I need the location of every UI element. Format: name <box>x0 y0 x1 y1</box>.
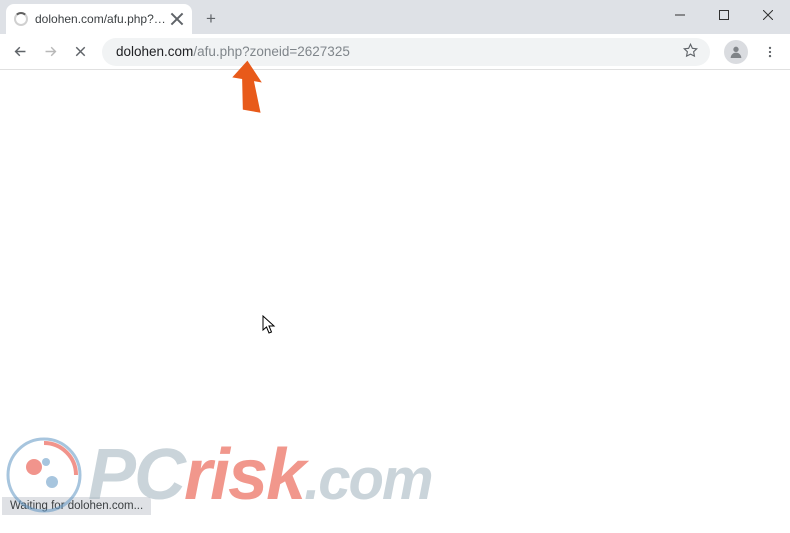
page-content <box>0 70 790 510</box>
menu-button[interactable] <box>756 38 784 66</box>
tab-close-button[interactable] <box>170 12 184 26</box>
stop-reload-button[interactable] <box>66 38 94 66</box>
toolbar: dolohen.com/afu.php?zoneid=2627325 <box>0 34 790 70</box>
address-bar[interactable]: dolohen.com/afu.php?zoneid=2627325 <box>102 38 710 66</box>
back-button[interactable] <box>6 38 34 66</box>
forward-button[interactable] <box>36 38 64 66</box>
status-bar: Waiting for dolohen.com... <box>2 497 151 515</box>
url-path: /afu.php?zoneid=2627325 <box>193 44 350 59</box>
url-host: dolohen.com <box>116 44 193 59</box>
titlebar: dolohen.com/afu.php?zoneid=26 + <box>0 0 790 34</box>
tab-title: dolohen.com/afu.php?zoneid=26 <box>35 12 170 26</box>
loading-spinner-icon <box>14 12 28 26</box>
profile-avatar[interactable] <box>724 40 748 64</box>
bookmark-star-icon[interactable] <box>683 43 698 61</box>
new-tab-button[interactable]: + <box>198 6 224 32</box>
status-text: Waiting for dolohen.com... <box>10 500 143 512</box>
minimize-button[interactable] <box>658 0 702 30</box>
close-window-button[interactable] <box>746 0 790 30</box>
browser-tab[interactable]: dolohen.com/afu.php?zoneid=26 <box>6 4 192 34</box>
maximize-button[interactable] <box>702 0 746 30</box>
window-controls <box>658 0 790 30</box>
